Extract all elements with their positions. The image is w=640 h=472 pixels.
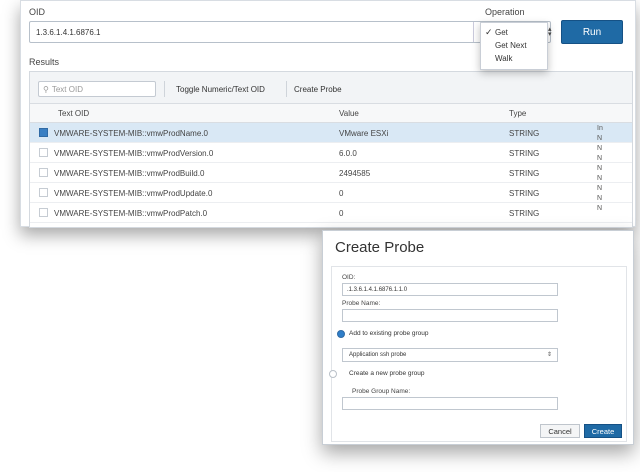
create-new-label: Create a new probe group (349, 370, 425, 377)
dialog-title: Create Probe (335, 239, 425, 256)
search-icon: ⚲ (43, 84, 49, 94)
select-arrows-icon: ▴ ▾ (548, 26, 552, 38)
select-arrows-icon: ⇕ (546, 352, 552, 358)
toggle-oid-button[interactable]: Toggle Numeric/Text OID (176, 85, 265, 94)
results-label: Results (29, 57, 60, 67)
probe-oid-input[interactable]: .1.3.6.1.4.1.6876.1.1.0 (342, 283, 558, 296)
row-checkbox[interactable] (39, 208, 48, 217)
group-name-label: Probe Group Name: (352, 388, 411, 395)
column-header-text-oid[interactable]: Text OID (58, 109, 89, 118)
operation-menu: ✓ Get Get Next Walk (480, 22, 548, 70)
create-button[interactable]: Create (584, 424, 622, 438)
run-button[interactable]: Run (561, 20, 623, 44)
toolbar-divider (164, 81, 165, 97)
row-checkbox[interactable] (39, 188, 48, 197)
oid-field-label: OID: (342, 274, 356, 281)
create-probe-dialog: Create Probe OID: .1.3.6.1.4.1.6876.1.1.… (322, 230, 634, 445)
create-probe-button[interactable]: Create Probe (294, 85, 342, 94)
add-existing-label: Add to existing probe group (349, 330, 429, 337)
operation-option-get-next[interactable]: Get Next (481, 39, 547, 52)
check-icon: ✓ (485, 27, 493, 37)
probe-name-label: Probe Name: (342, 300, 381, 307)
toolbar-divider (286, 81, 287, 97)
operation-option-get[interactable]: ✓ Get (481, 26, 547, 39)
results-toolbar: ⚲ Text OID Toggle Numeric/Text OID Creat… (30, 72, 632, 104)
table-row[interactable]: VMWARE-SYSTEM-MIB::vmwProdUpdate.0 0 STR… (30, 183, 632, 203)
oid-label: OID (29, 7, 46, 17)
table-row[interactable]: VMWARE-SYSTEM-MIB::vmwProdVersion.0 6.0.… (30, 143, 632, 163)
filter-input[interactable]: ⚲ Text OID (38, 81, 156, 97)
existing-group-select[interactable]: Application ssh probe ⇕ (342, 348, 558, 362)
snmp-query-panel: OID 1.3.6.1.4.1.6876.1 ⌄ Operation ✓ Get… (20, 0, 636, 228)
oid-input[interactable]: 1.3.6.1.4.1.6876.1 (29, 21, 495, 43)
operation-option-walk[interactable]: Walk (481, 52, 547, 65)
cancel-button[interactable]: Cancel (540, 424, 580, 438)
table-row[interactable]: VMWARE-SYSTEM-MIB::vmwProdBuild.0 249458… (30, 163, 632, 183)
column-header-value[interactable]: Value (339, 109, 359, 118)
results-grid: ⚲ Text OID Toggle Numeric/Text OID Creat… (29, 71, 633, 228)
group-name-input[interactable] (342, 397, 558, 410)
row-checkbox[interactable] (39, 128, 48, 137)
table-row[interactable]: VMWARE-SYSTEM-MIB::vmwProdName.0 VMware … (30, 123, 632, 143)
create-new-radio[interactable] (329, 370, 337, 378)
dialog-form: OID: .1.3.6.1.4.1.6876.1.1.0 Probe Name:… (329, 266, 627, 442)
table-row[interactable]: VMWARE-SYSTEM-MIB::vmwProdPatch.0 0 STRI… (30, 203, 632, 223)
row-checkbox[interactable] (39, 148, 48, 157)
clipped-column-text: In N N N N N N N N (597, 125, 603, 212)
grid-header: Text OID Value Type (30, 104, 632, 123)
column-header-type[interactable]: Type (509, 109, 526, 118)
operation-label: Operation (485, 7, 525, 17)
row-checkbox[interactable] (39, 168, 48, 177)
add-existing-radio[interactable] (337, 330, 345, 338)
probe-name-input[interactable] (342, 309, 558, 322)
